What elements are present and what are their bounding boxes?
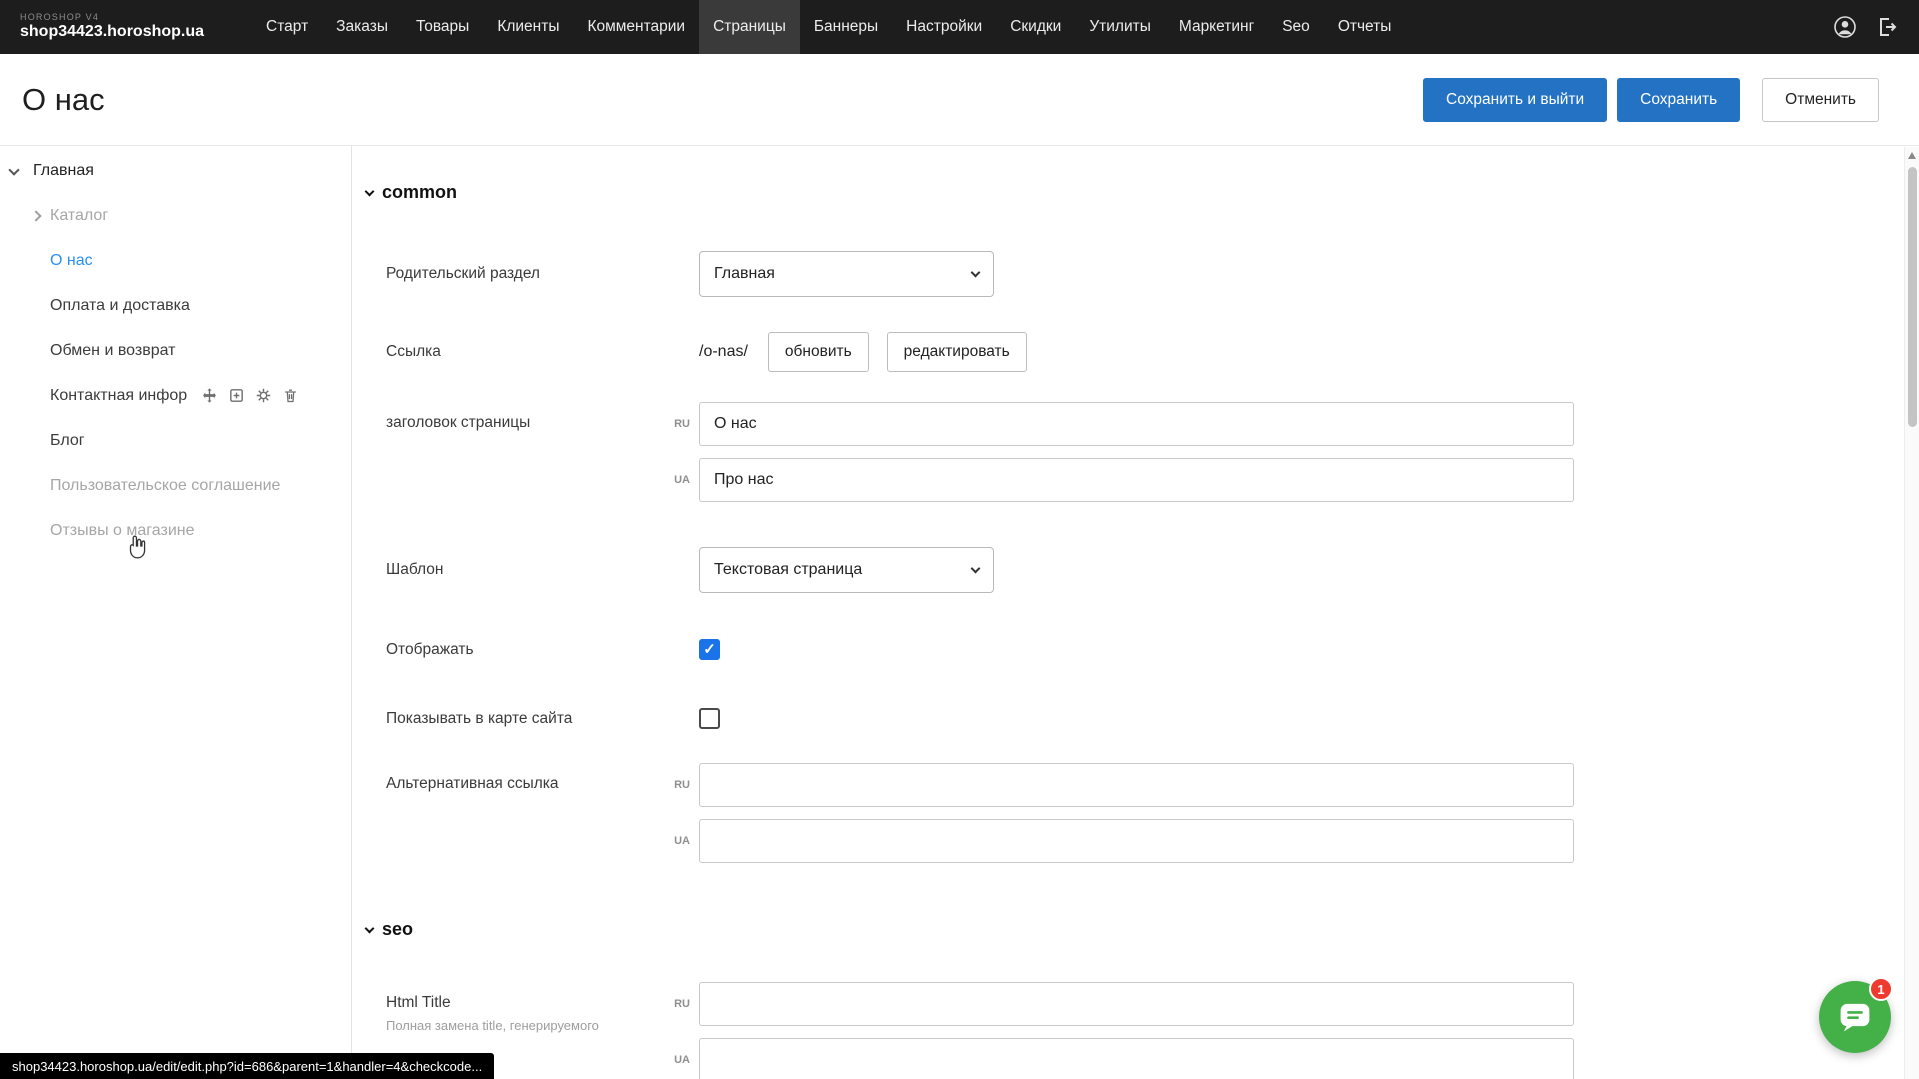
lang-tag-ua: UA — [660, 835, 690, 847]
display-checkbox[interactable] — [699, 639, 720, 660]
nav-item-pages[interactable]: Страницы — [699, 0, 800, 54]
page-title-ua-input[interactable] — [699, 458, 1574, 502]
vertical-scrollbar — [1904, 147, 1919, 1079]
cancel-button[interactable]: Отменить — [1762, 78, 1879, 122]
add-page-icon[interactable] — [228, 387, 245, 404]
chat-widget-button[interactable]: 1 — [1819, 981, 1891, 1053]
nav-item-utilities[interactable]: Утилиты — [1075, 0, 1165, 54]
edit-link-button[interactable]: редактировать — [887, 332, 1027, 372]
nav-item-marketing[interactable]: Маркетинг — [1165, 0, 1268, 54]
settings-gear-icon[interactable] — [255, 387, 272, 404]
chevron-down-icon — [365, 186, 375, 196]
page-title: О нас — [22, 82, 105, 118]
parent-section-select[interactable]: Главная — [699, 251, 994, 297]
page-header: О нас Сохранить и выйти Сохранить Отмени… — [0, 54, 1919, 146]
alt-link-label: Альтернативная ссылка — [386, 763, 660, 793]
chat-bubble-icon — [1838, 1001, 1872, 1033]
nav-item-settings[interactable]: Настройки — [892, 0, 996, 54]
refresh-link-button[interactable]: обновить — [768, 332, 869, 372]
sidebar-item-kontaktnaya[interactable]: Контактная инфор — [0, 373, 351, 418]
lang-tag-ru: RU — [660, 418, 690, 430]
display-label: Отображать — [386, 641, 699, 659]
scroll-up-arrow[interactable] — [1908, 152, 1916, 159]
parent-section-label: Родительский раздел — [386, 265, 699, 283]
brand-domain: shop34423.horoshop.ua — [20, 23, 204, 41]
chevron-right-icon[interactable] — [30, 210, 41, 221]
save-and-exit-button[interactable]: Сохранить и выйти — [1423, 78, 1607, 122]
lang-tag-ua: UA — [660, 474, 690, 486]
chat-unread-badge: 1 — [1869, 977, 1893, 1001]
section-seo[interactable]: seo — [366, 919, 1919, 940]
status-bar-url: shop34423.horoshop.ua/edit/edit.php?id=6… — [0, 1053, 494, 1079]
main-nav: Старт Заказы Товары Клиенты Комментарии … — [252, 0, 1821, 54]
top-bar: HOROSHOP V4 shop34423.horoshop.ua Старт … — [0, 0, 1919, 54]
sidebar-item-katalog[interactable]: Каталог — [0, 193, 351, 238]
html-title-hint: Полная замена title, генерируемого — [386, 1018, 656, 1033]
section-common[interactable]: common — [366, 182, 1919, 203]
chevron-down-icon[interactable] — [8, 164, 19, 175]
nav-item-discounts[interactable]: Скидки — [996, 0, 1075, 54]
nav-item-start[interactable]: Старт — [252, 0, 322, 54]
template-label: Шаблон — [386, 561, 699, 579]
html-title-ru-input[interactable] — [699, 982, 1574, 1026]
nav-item-orders[interactable]: Заказы — [322, 0, 402, 54]
alt-link-ru-input[interactable] — [699, 763, 1574, 807]
lang-tag-ru: RU — [660, 779, 690, 791]
page-edit-form: common Родительский раздел Главная Ссылк… — [352, 146, 1919, 1079]
sitemap-label: Показывать в карте сайта — [386, 710, 699, 728]
sidebar-item-otzyvy[interactable]: Отзывы о магазине — [0, 508, 351, 553]
account-icon[interactable] — [1833, 15, 1857, 39]
lang-tag-ru: RU — [660, 998, 690, 1010]
delete-trash-icon[interactable] — [282, 387, 299, 404]
alt-link-ua-input[interactable] — [699, 819, 1574, 863]
sidebar-item-oplata[interactable]: Оплата и доставка — [0, 283, 351, 328]
html-title-ua-input[interactable] — [699, 1038, 1574, 1079]
sidebar-item-glavnaya[interactable]: Главная — [0, 148, 351, 193]
sidebar-item-soglashenie[interactable]: Пользовательское соглашение — [0, 463, 351, 508]
nav-item-banners[interactable]: Баннеры — [800, 0, 892, 54]
html-title-label: Html Title — [386, 994, 660, 1012]
logout-icon[interactable] — [1875, 15, 1899, 39]
sidebar-item-obmen[interactable]: Обмен и возврат — [0, 328, 351, 373]
nav-item-seo[interactable]: Seo — [1268, 0, 1324, 54]
chevron-down-icon — [971, 268, 981, 278]
nav-item-products[interactable]: Товары — [402, 0, 483, 54]
link-path: /o-nas/ — [699, 343, 748, 361]
nav-item-reports[interactable]: Отчеты — [1324, 0, 1406, 54]
scrollbar-thumb[interactable] — [1908, 167, 1917, 427]
page-title-ru-input[interactable] — [699, 402, 1574, 446]
sidebar-item-blog[interactable]: Блог — [0, 418, 351, 463]
sidebar-item-o-nas[interactable]: О нас — [0, 238, 351, 283]
link-label: Ссылка — [386, 343, 699, 361]
brand-logo[interactable]: HOROSHOP V4 shop34423.horoshop.ua — [20, 13, 204, 40]
template-select[interactable]: Текстовая страница — [699, 547, 994, 593]
save-button[interactable]: Сохранить — [1617, 78, 1740, 122]
sitemap-checkbox[interactable] — [699, 708, 720, 729]
nav-item-comments[interactable]: Комментарии — [573, 0, 699, 54]
chevron-down-icon — [365, 923, 375, 933]
pages-tree-sidebar: Главная Каталог О нас Оплата и доставка … — [0, 146, 352, 1079]
lang-tag-ua: UA — [660, 1054, 690, 1066]
page-title-label: заголовок страницы — [386, 402, 660, 432]
move-icon[interactable] — [201, 387, 218, 404]
chevron-down-icon — [971, 564, 981, 574]
brand-version: HOROSHOP V4 — [20, 13, 204, 23]
nav-item-clients[interactable]: Клиенты — [483, 0, 573, 54]
